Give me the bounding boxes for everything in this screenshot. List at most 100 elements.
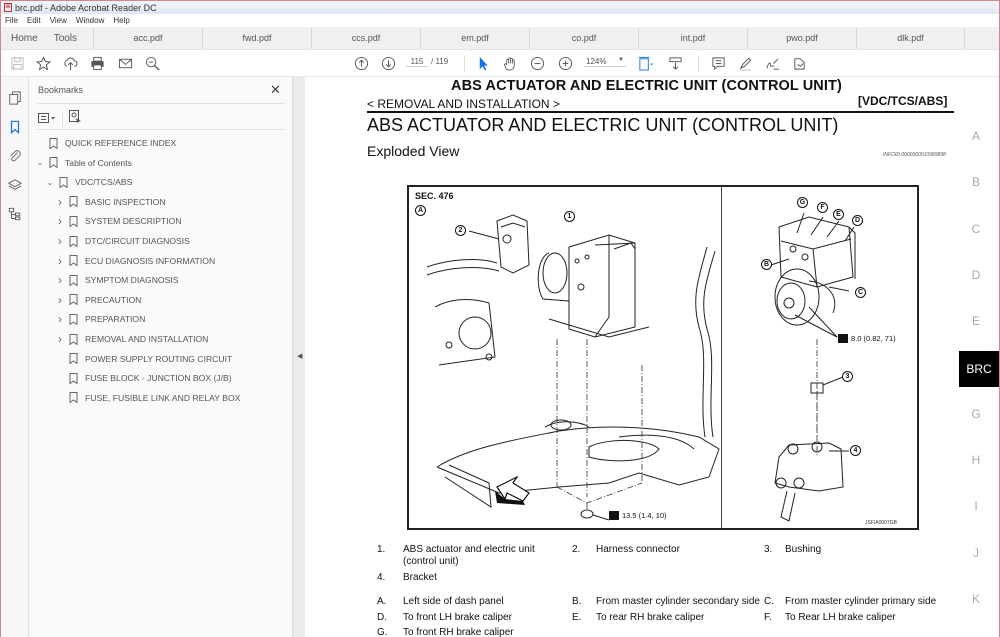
legend-num: 3. bbox=[764, 544, 773, 555]
doc-tab-dlk[interactable]: dlk.pdf bbox=[856, 27, 966, 49]
bookmark-item[interactable]: › SYSTEM DESCRIPTION bbox=[55, 213, 181, 229]
callout-1: 1 bbox=[564, 211, 575, 222]
doc-tab-pwo[interactable]: pwo.pdf bbox=[747, 27, 857, 49]
panel-splitter[interactable]: ◀ bbox=[293, 77, 305, 637]
prev-page-icon[interactable] bbox=[353, 55, 369, 71]
zoom-level-dropdown[interactable]: 124% ▼ bbox=[584, 57, 626, 67]
attachments-icon[interactable] bbox=[7, 148, 23, 164]
share-icon[interactable] bbox=[791, 55, 807, 71]
bookmark-item[interactable]: QUICK REFERENCE INDEX bbox=[35, 135, 176, 151]
fit-page-icon[interactable] bbox=[637, 55, 653, 71]
upload-icon[interactable] bbox=[62, 55, 78, 71]
chevron-right-icon[interactable]: › bbox=[55, 312, 65, 326]
bookmarks-title: Bookmarks bbox=[38, 85, 84, 95]
star-icon[interactable] bbox=[35, 55, 51, 71]
save-icon[interactable] bbox=[9, 55, 25, 71]
sign-icon[interactable] bbox=[764, 55, 780, 71]
doc-tab-em[interactable]: em.pdf bbox=[420, 27, 530, 49]
search-zoom-icon[interactable] bbox=[144, 55, 160, 71]
chevron-right-icon[interactable]: › bbox=[55, 293, 65, 307]
subsection-title: Exploded View bbox=[367, 143, 460, 159]
bookmark-item[interactable]: FUSE, FUSIBLE LINK AND RELAY BOX bbox=[55, 390, 240, 406]
bookmark-item[interactable]: › PREPARATION bbox=[55, 311, 145, 327]
bookmark-item[interactable]: › ECU DIAGNOSIS INFORMATION bbox=[55, 253, 215, 269]
chapter-tab[interactable]: H bbox=[969, 453, 983, 467]
bookmark-item[interactable]: FUSE BLOCK - JUNCTION BOX (J/B) bbox=[55, 370, 232, 386]
figure-divider bbox=[721, 187, 722, 528]
bookmark-label: VDC/TCS/ABS bbox=[75, 177, 133, 188]
structure-icon[interactable] bbox=[7, 206, 23, 222]
chapter-tab[interactable]: E bbox=[969, 314, 983, 328]
bookmark-item[interactable]: › PRECAUTION bbox=[55, 292, 141, 308]
bookmark-options-icon[interactable] bbox=[38, 111, 56, 129]
pages-icon[interactable] bbox=[7, 90, 23, 106]
chapter-tab[interactable]: K bbox=[969, 592, 983, 606]
callout-b: B bbox=[761, 259, 772, 270]
chapter-tab[interactable]: A bbox=[969, 129, 983, 143]
legend-text: Harness connector bbox=[596, 544, 680, 555]
chapter-tab[interactable]: B bbox=[969, 175, 983, 189]
scroll-mode-icon[interactable] bbox=[667, 55, 683, 71]
close-panel-icon[interactable]: ✕ bbox=[270, 82, 281, 98]
bookmark-icon bbox=[69, 274, 78, 286]
section-path: < REMOVAL AND INSTALLATION > bbox=[367, 97, 560, 111]
email-icon[interactable] bbox=[117, 55, 133, 71]
chevron-right-icon[interactable]: › bbox=[55, 332, 65, 346]
comment-icon[interactable] bbox=[710, 55, 726, 71]
bookmark-item[interactable]: › SYMPTOM DIAGNOSIS bbox=[55, 272, 178, 288]
chevron-right-icon[interactable]: › bbox=[55, 195, 65, 209]
info-id: INFOID:0000000010989898 bbox=[883, 152, 946, 158]
bookmark-item[interactable]: › BASIC INSPECTION bbox=[55, 194, 166, 210]
page-number-input[interactable]: 115 bbox=[406, 57, 428, 67]
bookmarks-panel: Bookmarks ✕ QUICK REFERENCE INDEX ⌄ Table … bbox=[29, 77, 293, 637]
highlight-icon[interactable] bbox=[737, 55, 753, 71]
collapse-panel-icon[interactable]: ◀ bbox=[297, 352, 302, 360]
menu-help[interactable]: Help bbox=[113, 16, 129, 25]
chapter-tab-active[interactable]: BRC bbox=[959, 350, 999, 387]
zoom-in-icon[interactable] bbox=[557, 55, 573, 71]
menu-view[interactable]: View bbox=[50, 16, 67, 25]
chevron-down-icon[interactable]: ⌄ bbox=[35, 158, 45, 167]
bookmark-item[interactable]: ⌄ Table of Contents bbox=[35, 155, 132, 171]
doc-tab-acc[interactable]: acc.pdf bbox=[93, 27, 203, 49]
bookmark-item[interactable]: › DTC/CIRCUIT DIAGNOSIS bbox=[55, 233, 190, 249]
zoom-out-icon[interactable] bbox=[529, 55, 545, 71]
menu-window[interactable]: Window bbox=[76, 16, 104, 25]
bookmark-item[interactable]: ⌄ VDC/TCS/ABS bbox=[45, 174, 132, 190]
legend-text: To Rear LH brake caliper bbox=[785, 612, 896, 623]
chevron-right-icon[interactable]: › bbox=[55, 273, 65, 287]
legend-letter: G. bbox=[377, 627, 388, 637]
doc-tab-fwd[interactable]: fwd.pdf bbox=[202, 27, 312, 49]
menu-edit[interactable]: Edit bbox=[27, 16, 41, 25]
bookmarks-icon[interactable] bbox=[7, 119, 23, 135]
chapter-tab[interactable]: J bbox=[969, 546, 983, 560]
chapter-tab[interactable]: I bbox=[969, 499, 983, 513]
hand-icon[interactable] bbox=[502, 55, 518, 71]
bookmark-item[interactable]: › REMOVAL AND INSTALLATION bbox=[55, 331, 208, 347]
doc-tab-ccs[interactable]: ccs.pdf bbox=[311, 27, 421, 49]
select-cursor-icon[interactable] bbox=[475, 55, 491, 71]
chapter-tab[interactable]: G bbox=[969, 407, 983, 421]
chevron-down-icon[interactable]: ⌄ bbox=[45, 178, 55, 187]
layers-icon[interactable] bbox=[7, 177, 23, 193]
bookmark-icon bbox=[49, 157, 58, 169]
section-number: SEC. 476 bbox=[415, 191, 454, 201]
bookmark-item[interactable]: POWER SUPPLY ROUTING CIRCUIT bbox=[55, 351, 232, 367]
next-page-icon[interactable] bbox=[380, 55, 396, 71]
doc-tab-int[interactable]: int.pdf bbox=[638, 27, 748, 49]
chevron-right-icon[interactable]: › bbox=[55, 214, 65, 228]
find-bookmark-icon[interactable] bbox=[69, 110, 82, 129]
legend-text: To rear RH brake caliper bbox=[596, 612, 705, 623]
legend-text: From master cylinder secondary side bbox=[596, 596, 760, 607]
acrobat-app-icon: ⌘ bbox=[4, 3, 12, 12]
tab-tools[interactable]: Tools bbox=[46, 27, 93, 49]
chevron-right-icon[interactable]: › bbox=[55, 234, 65, 248]
tab-home[interactable]: Home bbox=[1, 27, 46, 49]
doc-tab-co[interactable]: co.pdf bbox=[529, 27, 639, 49]
chapter-tab[interactable]: D bbox=[969, 268, 983, 282]
menu-file[interactable]: File bbox=[5, 16, 18, 25]
bookmark-icon bbox=[69, 392, 78, 404]
chevron-right-icon[interactable]: › bbox=[55, 254, 65, 268]
chapter-tab[interactable]: C bbox=[969, 222, 983, 236]
print-icon[interactable] bbox=[89, 55, 105, 71]
